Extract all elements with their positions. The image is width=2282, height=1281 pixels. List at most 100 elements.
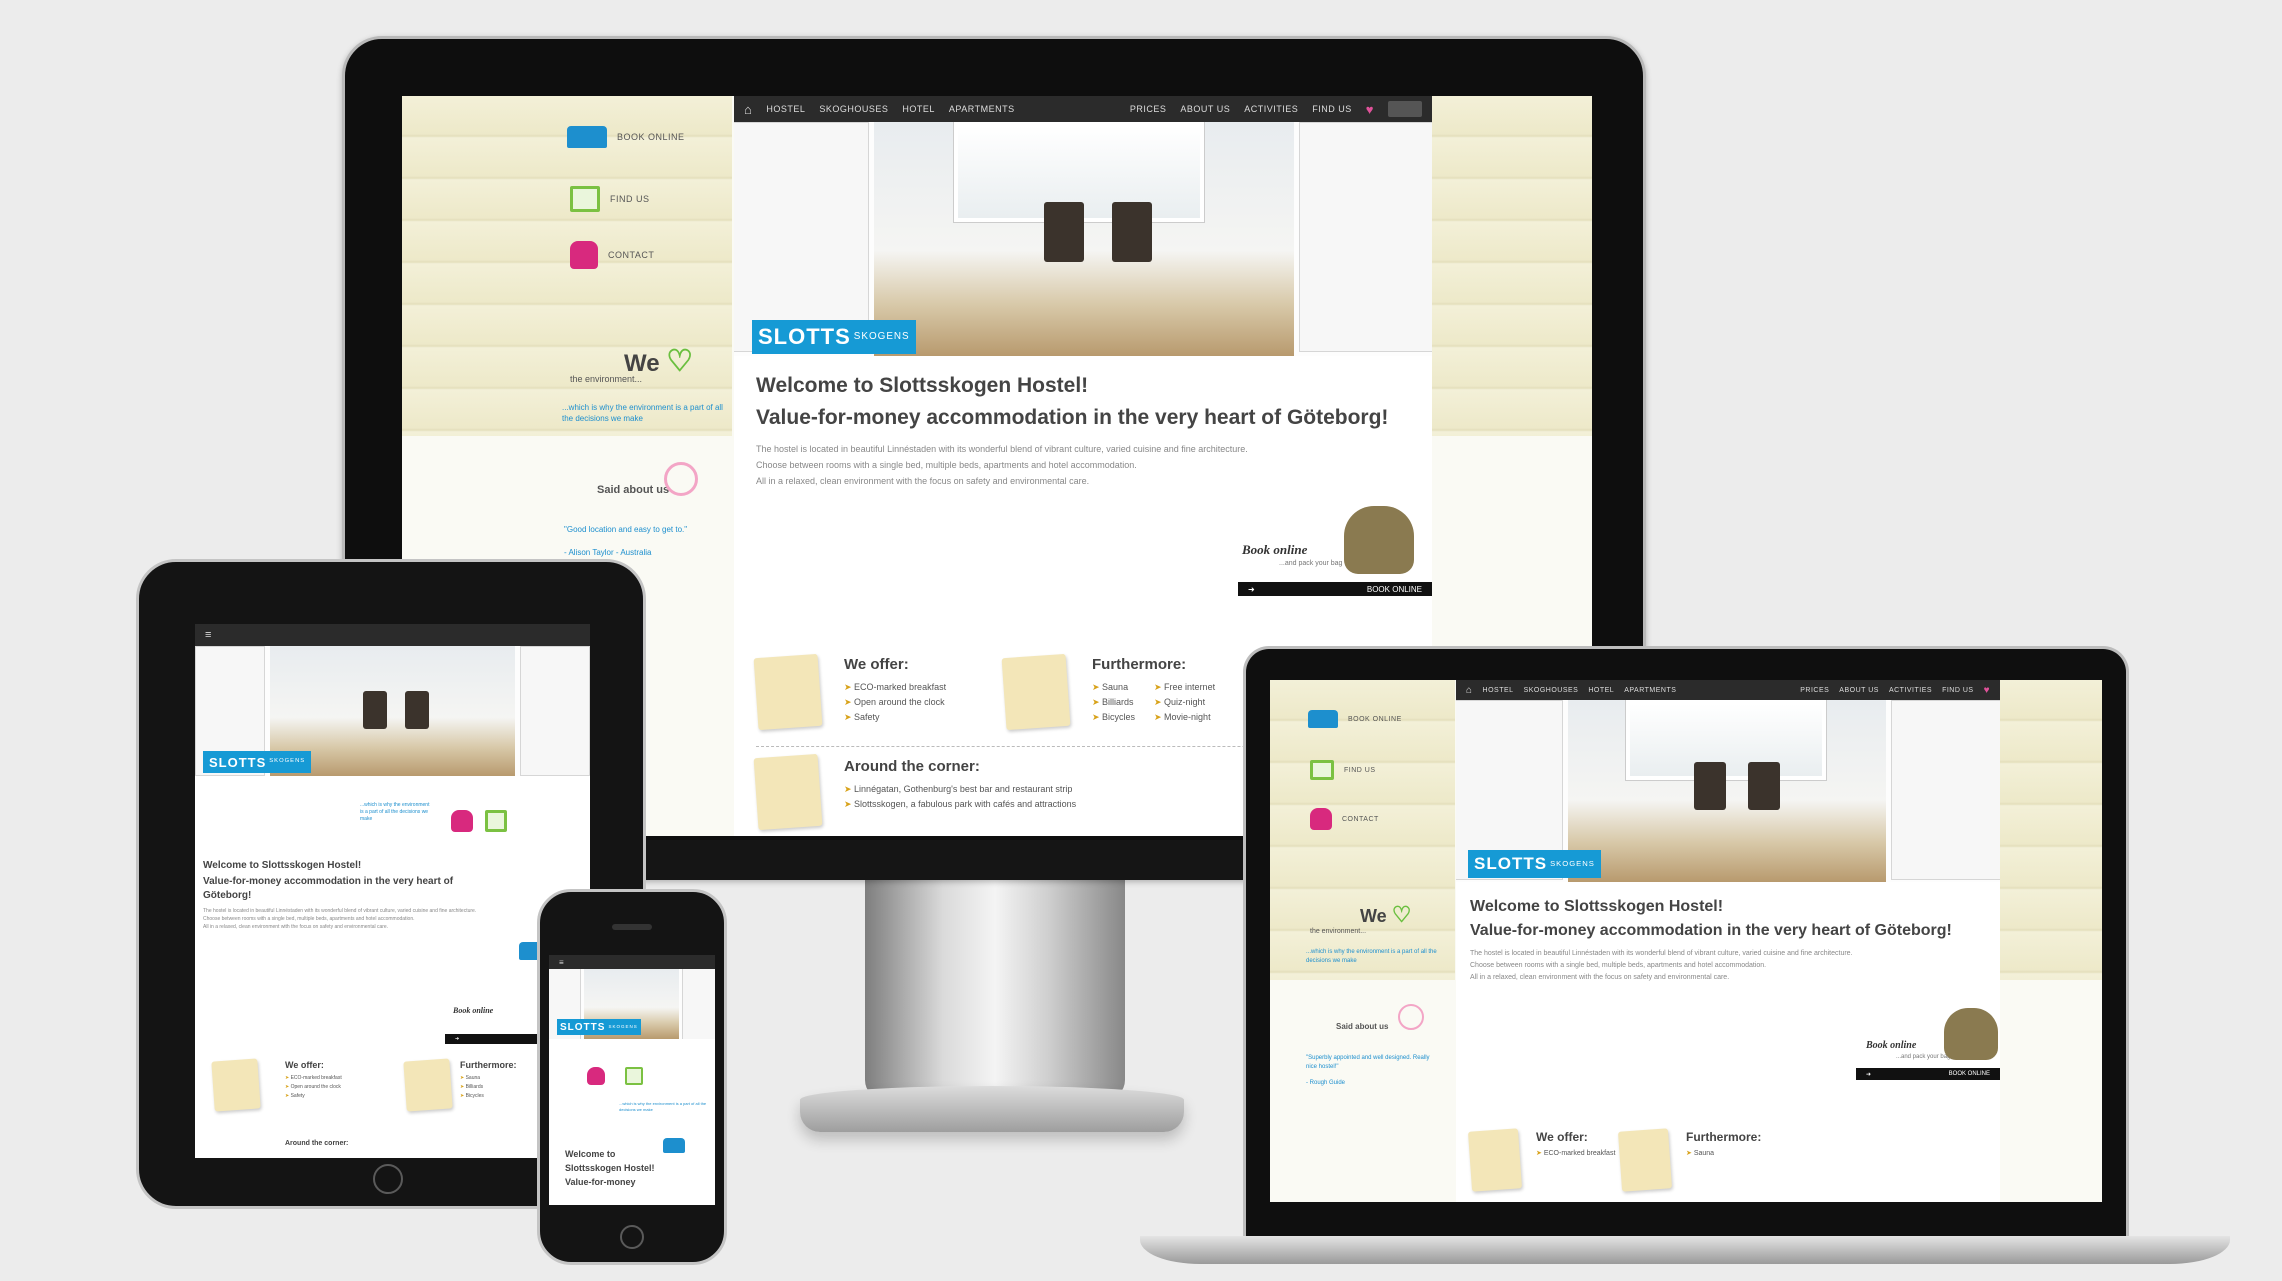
tablet-p2: Choose between rooms with a single bed, … <box>203 916 415 922</box>
tablet-furthermore-item: Billiards <box>460 1083 484 1092</box>
laptop-arrow-icon: ➜ <box>1866 1071 1872 1078</box>
laptop-find-us[interactable]: FIND US <box>1310 760 1376 780</box>
laptop-heart-icon: ♡ <box>1391 902 1412 927</box>
laptop-screen: BOOK ONLINE FIND US CONTACT We ♡ the env… <box>1270 680 2102 1202</box>
map-icon <box>570 186 600 212</box>
phone-logo-sub: SKOGENS <box>608 1023 638 1029</box>
book-online-bar[interactable]: ➜ BOOK ONLINE <box>1238 582 1432 596</box>
tablet-phone-icon[interactable] <box>451 810 473 832</box>
laptop-nav-about[interactable]: ABOUT US <box>1839 687 1879 694</box>
laptop-nav-skoghouses[interactable]: SKOGHOUSES <box>1524 687 1579 694</box>
book-online-title[interactable]: Book online <box>1242 542 1307 558</box>
nav-apartments[interactable]: APARTMENTS <box>949 104 1015 114</box>
laptop-nav-apartments[interactable]: APARTMENTS <box>1624 687 1676 694</box>
laptop-furthermore-title: Furthermore: <box>1686 1130 1762 1144</box>
phone-bed-icon[interactable] <box>663 1138 685 1153</box>
tablet-book-title[interactable]: Book online <box>453 1006 493 1015</box>
laptop-logo[interactable]: SLOTTS SKOGENS <box>1468 850 1601 878</box>
laptop-nav-hotel[interactable]: HOTEL <box>1588 687 1614 694</box>
nav-about[interactable]: ABOUT US <box>1180 104 1230 114</box>
laptop-nav-find-us[interactable]: FIND US <box>1942 687 1974 694</box>
nav-prices[interactable]: PRICES <box>1130 104 1167 114</box>
laptop-offer-item: ECO-marked breakfast <box>1536 1148 1616 1159</box>
tablet-offer-list: ECO-marked breakfast Open around the clo… <box>285 1074 342 1101</box>
laptop-p1: The hostel is located in beautiful Linné… <box>1470 950 1853 957</box>
sidebar-book-online[interactable]: BOOK ONLINE <box>567 126 685 148</box>
tablet-map-icon[interactable] <box>485 810 507 832</box>
laptop-contact[interactable]: CONTACT <box>1310 808 1379 830</box>
laptop-nav-hostel[interactable]: HOSTEL <box>1483 687 1514 694</box>
site-logo[interactable]: SLOTTS SKOGENS <box>752 320 916 354</box>
tablet-logo[interactable]: SLOTTS SKOGENS <box>203 751 312 773</box>
laptop-we-label: We <box>1360 906 1387 926</box>
heart-icon: ♡ <box>666 345 694 378</box>
nav-hostel[interactable]: HOSTEL <box>766 104 805 114</box>
offer-item: Open around the clock <box>844 695 946 710</box>
tablet-menu-icon[interactable]: ≡ <box>205 629 212 641</box>
phone-map-icon[interactable] <box>625 1067 643 1085</box>
environment-label: the environment... <box>570 374 643 384</box>
phone-phone-icon[interactable] <box>587 1067 605 1085</box>
laptop-book-bar[interactable]: ➜ BOOK ONLINE <box>1856 1068 2000 1080</box>
arrow-icon: ➜ <box>1248 584 1255 594</box>
tablet-furthermore-item: Bicycles <box>460 1092 484 1101</box>
laptop-sidebar: BOOK ONLINE FIND US CONTACT We ♡ the env… <box>1270 680 1455 980</box>
phone-logo[interactable]: SLOTTS SKOGENS <box>557 1019 641 1035</box>
laptop-furthermore-list: Sauna <box>1686 1148 1714 1159</box>
find-us-label: FIND US <box>610 194 650 204</box>
laptop-offer-list: ECO-marked breakfast <box>1536 1148 1616 1159</box>
laptop-sidebar-lower: Said about us "Superbly appointed and we… <box>1270 980 1455 1202</box>
laptop-book-online-label: BOOK ONLINE <box>1348 715 1402 723</box>
laptop-nav-prices[interactable]: PRICES <box>1800 687 1829 694</box>
billiard-note-icon <box>1001 653 1071 731</box>
furthermore-item: Sauna <box>1092 680 1135 695</box>
phone-screen: ≡ SLOTTS SKOGENS ...which is why the envi… <box>549 955 715 1205</box>
laptop-book-online[interactable]: BOOK ONLINE <box>1308 710 1402 728</box>
tablet-offer-note <box>211 1058 261 1112</box>
flower-icon <box>664 462 698 496</box>
laptop-quote-author[interactable]: - Rough Guide <box>1306 1080 1345 1086</box>
nav-activities[interactable]: ACTIVITIES <box>1244 104 1298 114</box>
sidebar-contact[interactable]: CONTACT <box>570 241 654 269</box>
furthermore-item: Movie-night <box>1154 710 1215 725</box>
tablet-offer-title: We offer: <box>285 1060 324 1070</box>
phone-welcome: Welcome to <box>565 1149 616 1159</box>
sidebar-find-us[interactable]: FIND US <box>570 186 650 212</box>
laptop-phone-icon <box>1310 808 1332 830</box>
tablet-corner-title: Around the corner: <box>285 1140 349 1147</box>
tablet-screen: ≡ SLOTTS SKOGENS ...which is why the envi… <box>195 624 590 1158</box>
laptop-bed-icon <box>1308 710 1338 728</box>
sidebar-right <box>1432 96 1592 436</box>
nav-skoghouses[interactable]: SKOGHOUSES <box>819 104 888 114</box>
tablet-chair <box>405 691 429 729</box>
laptop-hero: SLOTTS SKOGENS <box>1456 700 2000 882</box>
language-flag-icon[interactable] <box>1388 101 1422 117</box>
offer-list: ECO-marked breakfast Open around the clo… <box>844 680 946 725</box>
book-online-label: BOOK ONLINE <box>617 132 685 142</box>
tablet-home-button <box>373 1164 403 1194</box>
laptop-book-title[interactable]: Book online <box>1866 1040 1916 1051</box>
laptop-home-icon[interactable]: ⌂ <box>1466 685 1473 696</box>
phone-menu-icon[interactable]: ≡ <box>559 958 564 967</box>
tablet-chair <box>363 691 387 729</box>
laptop-book-sub: ...and pack your bag <box>1896 1054 1951 1060</box>
nav-hotel[interactable]: HOTEL <box>902 104 935 114</box>
furthermore-list-2: Free internet Quiz-night Movie-night <box>1154 680 1215 725</box>
tablet-logo-main: SLOTTS <box>209 754 267 770</box>
tablet-logo-sub: SKOGENS <box>269 758 306 765</box>
laptop-welcome-title: Welcome to Slottsskogen Hostel! <box>1470 898 1724 915</box>
welcome-p1: The hostel is located in beautiful Linné… <box>756 444 1248 454</box>
tablet-offer-item: Open around the clock <box>285 1083 342 1092</box>
we-label: We <box>624 350 660 377</box>
laptop-chair <box>1748 762 1780 810</box>
book-online-sub: ...and pack your bag <box>1279 560 1343 567</box>
tablet-offer-item: ECO-marked breakfast <box>285 1074 342 1083</box>
quote-author[interactable]: - Alison Taylor - Australia <box>564 548 651 557</box>
furthermore-item: Free internet <box>1154 680 1215 695</box>
corner-list: Linnégatan, Gothenburg's best bar and re… <box>844 782 1076 812</box>
home-icon[interactable]: ⌂ <box>744 102 752 117</box>
phone-hostel-title: Slottsskogen Hostel! <box>565 1163 655 1173</box>
nav-find-us[interactable]: FIND US <box>1312 104 1352 114</box>
tablet-furthermore-item: Sauna <box>460 1074 484 1083</box>
laptop-nav-activities[interactable]: ACTIVITIES <box>1889 687 1932 694</box>
